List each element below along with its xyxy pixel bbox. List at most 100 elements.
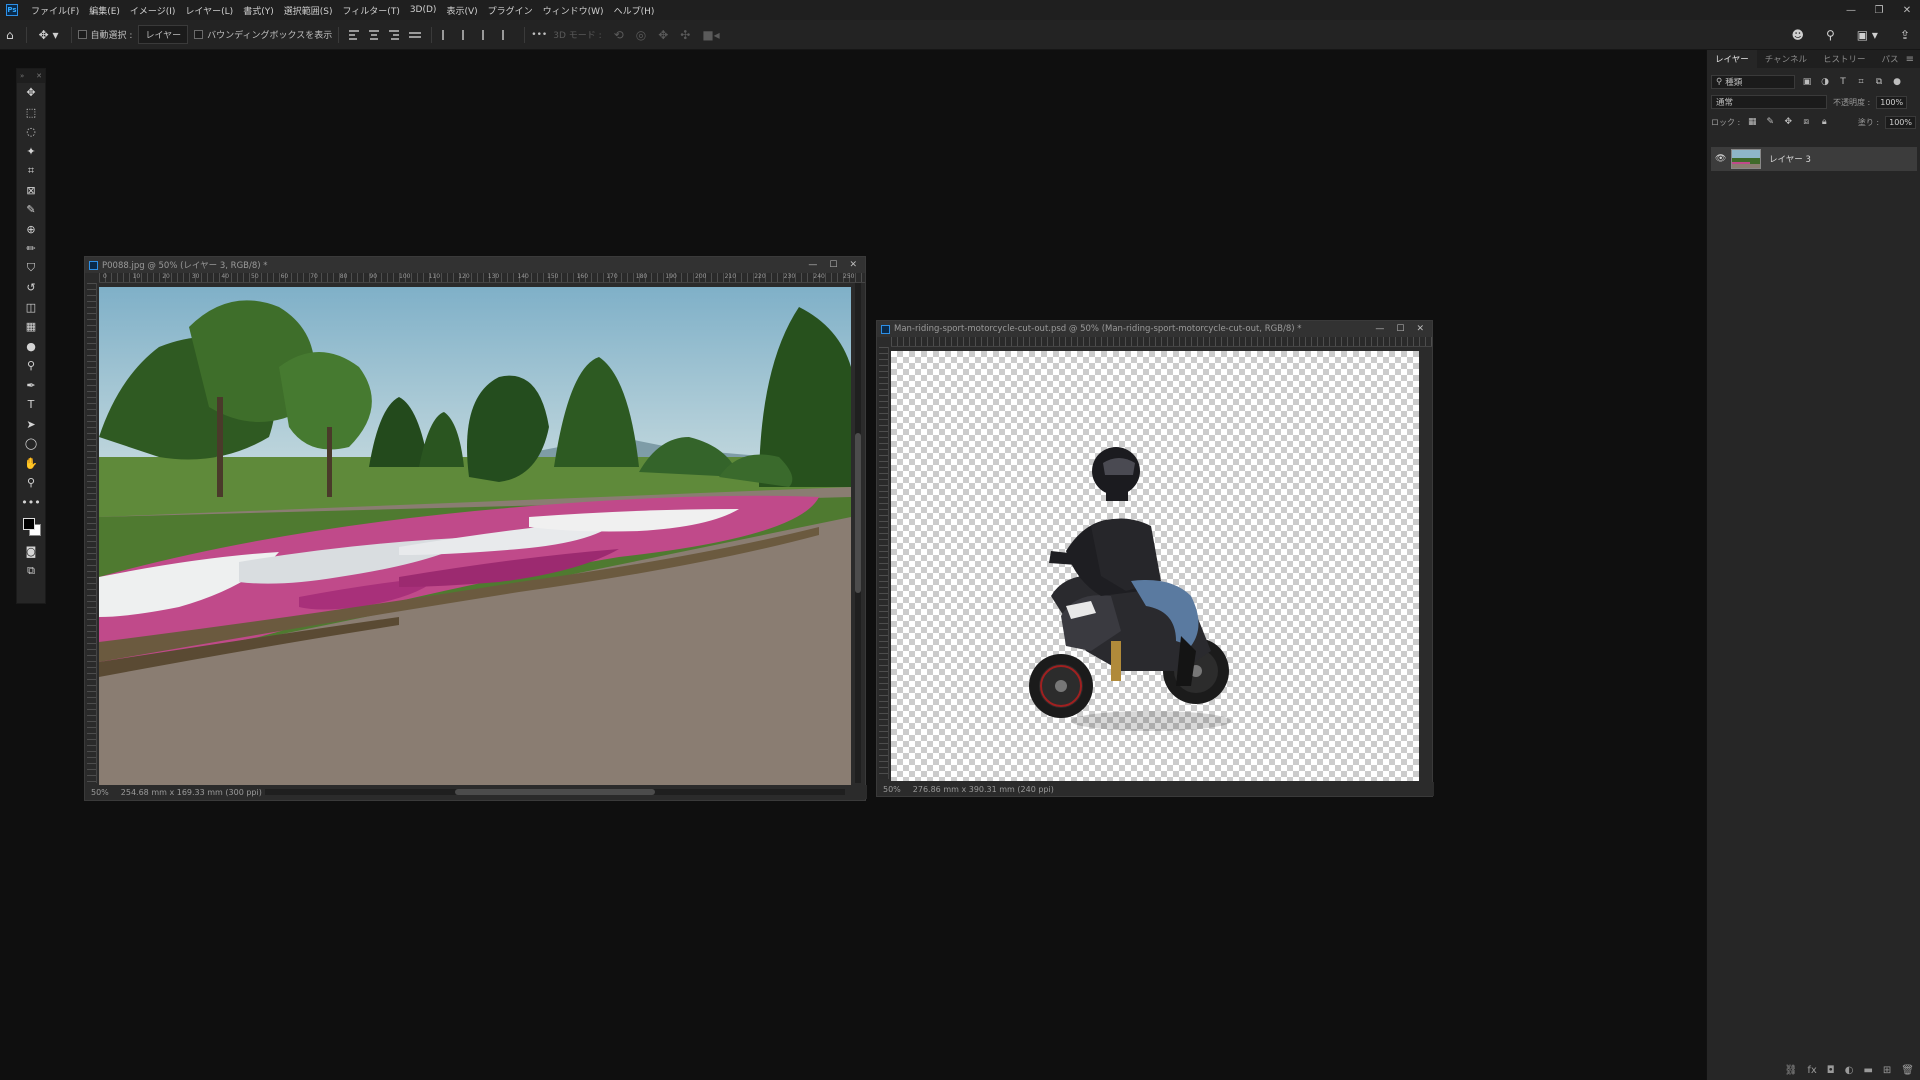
garden-photo-canvas[interactable] [99, 287, 851, 787]
document-title-bar[interactable]: P0088.jpg @ 50% (レイヤー 3, RGB/8) * — ☐ ✕ [85, 257, 865, 273]
scrollbar-thumb[interactable] [455, 789, 655, 795]
filter-pixel-icon[interactable]: ▣ [1801, 77, 1813, 87]
search-icon[interactable]: ⚲ [1826, 28, 1835, 42]
maximize-icon[interactable]: ☐ [1396, 324, 1404, 334]
scrollbar-thumb[interactable] [855, 433, 861, 593]
share-icon[interactable]: ⇪ [1900, 28, 1910, 42]
document-size-info[interactable]: 276.86 mm x 390.31 mm (240 ppi) [913, 785, 1054, 794]
menu-layer[interactable]: レイヤー(L) [180, 4, 238, 17]
opacity-input[interactable]: 100% [1876, 95, 1908, 109]
move-tool-preset-icon[interactable]: ✥ ▾ [39, 28, 59, 42]
lock-position-icon[interactable]: ✥ [1782, 117, 1794, 127]
minimize-icon[interactable]: — [1375, 324, 1384, 334]
magic-wand-tool-icon[interactable]: ✦ [17, 142, 45, 162]
restore-icon[interactable]: ❐ [1872, 5, 1886, 16]
workspace-icon[interactable]: ▣ ▾ [1857, 28, 1878, 42]
tab-layers[interactable]: レイヤー [1707, 50, 1757, 68]
hand-tool-icon[interactable]: ✋ [17, 454, 45, 474]
quick-mask-icon[interactable]: ◙ [17, 542, 45, 562]
zoom-level[interactable]: 50% [883, 785, 901, 794]
history-brush-tool-icon[interactable]: ↺ [17, 278, 45, 298]
close-icon[interactable]: ✕ [849, 260, 857, 270]
eye-visibility-icon[interactable]: 👁︎ [1715, 154, 1727, 164]
document-size-info[interactable]: 254.68 mm x 169.33 mm (300 ppi) [121, 788, 262, 797]
eraser-tool-icon[interactable]: ◫ [17, 298, 45, 318]
menu-select[interactable]: 選択範囲(S) [279, 4, 338, 17]
filter-shape-icon[interactable]: ⌗ [1855, 77, 1867, 87]
align-bottom-icon[interactable] [482, 29, 494, 41]
menu-file[interactable]: ファイル(F) [26, 4, 84, 17]
home-icon[interactable]: ⌂ [6, 28, 14, 42]
align-top-icon[interactable] [442, 29, 454, 41]
path-selection-tool-icon[interactable]: ➤ [17, 415, 45, 435]
menu-filter[interactable]: フィルター(T) [337, 4, 404, 17]
lock-image-icon[interactable]: ✎ [1764, 117, 1776, 127]
filter-type-icon[interactable]: T [1837, 77, 1849, 87]
filter-adjustment-icon[interactable]: ◑ [1819, 77, 1831, 87]
link-layers-icon[interactable]: ⛓ [1785, 1065, 1798, 1076]
close-icon[interactable]: ✕ [1900, 5, 1914, 16]
layer-filter-kind-dropdown[interactable]: ⚲ 種類 [1711, 75, 1795, 89]
layer-name[interactable]: レイヤー 3 [1769, 153, 1811, 165]
lasso-tool-icon[interactable]: ◌ [17, 122, 45, 142]
align-left-icon[interactable] [349, 29, 361, 41]
menu-window[interactable]: ウィンドウ(W) [538, 4, 609, 17]
toolbar-header[interactable]: » ✕ [17, 69, 45, 83]
menu-help[interactable]: ヘルプ(H) [609, 4, 660, 17]
type-tool-icon[interactable]: T [17, 395, 45, 415]
brush-tool-icon[interactable]: ✏ [17, 239, 45, 259]
distribute-horizontal-icon[interactable] [502, 29, 514, 41]
screen-mode-icon[interactable]: ⧉ [17, 562, 45, 582]
tab-paths[interactable]: パス [1874, 50, 1907, 68]
fill-input[interactable]: 100% [1885, 115, 1916, 129]
vertical-scrollbar[interactable] [855, 283, 861, 783]
menu-image[interactable]: イメージ(I) [125, 4, 181, 17]
auto-select-checkbox[interactable] [77, 30, 87, 39]
new-layer-icon[interactable]: ⊞ [1883, 1065, 1891, 1076]
close-icon[interactable]: ✕ [1416, 324, 1424, 334]
foreground-color-swatch[interactable] [23, 518, 35, 530]
maximize-icon[interactable]: ☐ [829, 260, 837, 270]
menu-edit[interactable]: 編集(E) [84, 4, 125, 17]
document-title-bar[interactable]: Man-riding-sport-motorcycle-cut-out.psd … [877, 321, 1432, 337]
layer-style-icon[interactable]: fx [1807, 1065, 1816, 1076]
delete-layer-icon[interactable]: 🗑︎ [1901, 1065, 1914, 1076]
lock-artboard-icon[interactable]: ⧈ [1800, 117, 1812, 127]
minimize-icon[interactable]: — [1844, 5, 1858, 16]
menu-3d[interactable]: 3D(D) [405, 5, 442, 15]
shape-tool-icon[interactable]: ◯ [17, 434, 45, 454]
clone-stamp-tool-icon[interactable]: ⛉ [17, 259, 45, 279]
new-adjustment-layer-icon[interactable]: ◐ [1845, 1065, 1854, 1076]
document-window-garden[interactable]: P0088.jpg @ 50% (レイヤー 3, RGB/8) * — ☐ ✕ … [84, 256, 867, 801]
horizontal-scrollbar[interactable] [265, 789, 845, 795]
align-middle-icon[interactable] [462, 29, 474, 41]
add-mask-icon[interactable]: ◘ [1827, 1065, 1835, 1076]
menu-type[interactable]: 書式(Y) [238, 4, 279, 17]
move-tool-icon[interactable]: ✥ [17, 83, 45, 103]
filter-toggle-icon[interactable]: ● [1891, 77, 1903, 87]
align-center-icon[interactable] [369, 29, 381, 41]
lock-transparent-icon[interactable]: ▦ [1746, 117, 1758, 127]
crop-tool-icon[interactable]: ⌗ [17, 161, 45, 181]
blur-tool-icon[interactable]: ● [17, 337, 45, 357]
frame-tool-icon[interactable]: ⊠ [17, 181, 45, 201]
eyedropper-tool-icon[interactable]: ✎ [17, 200, 45, 220]
zoom-level[interactable]: 50% [91, 788, 109, 797]
layer-item[interactable]: 👁︎ レイヤー 3 [1711, 147, 1917, 171]
pen-tool-icon[interactable]: ✒ [17, 376, 45, 396]
auto-select-target-dropdown[interactable]: レイヤー [138, 25, 189, 44]
minimize-icon[interactable]: — [808, 260, 817, 270]
more-options-button[interactable]: ••• [531, 30, 547, 40]
new-group-icon[interactable]: ▬ [1863, 1065, 1872, 1076]
share-user-icon[interactable]: ☻ [1791, 28, 1804, 42]
menu-plugins[interactable]: プラグイン [483, 4, 538, 17]
distribute-vertical-icon[interactable] [409, 29, 422, 41]
filter-smart-object-icon[interactable]: ⧉ [1873, 77, 1885, 87]
dodge-tool-icon[interactable]: ⚲ [17, 356, 45, 376]
tab-history[interactable]: ヒストリー [1815, 50, 1874, 68]
marquee-tool-icon[interactable]: ⬚ [17, 103, 45, 123]
align-right-icon[interactable] [389, 29, 401, 41]
lock-all-icon[interactable]: 🔒︎ [1818, 117, 1830, 127]
collapse-icon[interactable]: » [20, 72, 24, 80]
gradient-tool-icon[interactable]: ▦ [17, 317, 45, 337]
